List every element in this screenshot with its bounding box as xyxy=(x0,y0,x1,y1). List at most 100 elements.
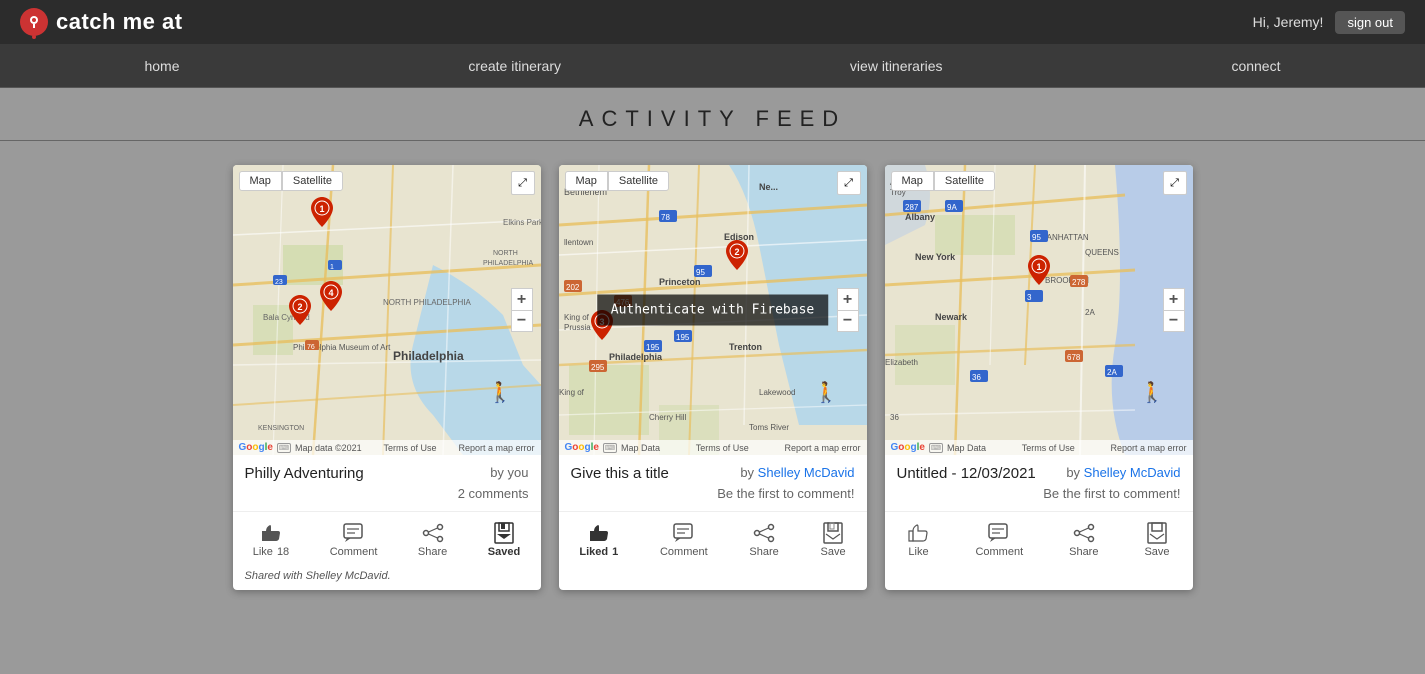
map-type-controls-3: Map Satellite xyxy=(891,171,996,191)
svg-text:King of: King of xyxy=(559,388,585,397)
comment-button-3[interactable]: Comment xyxy=(967,520,1031,560)
keyboard-icon-3: ⌨ xyxy=(929,443,943,453)
card-comments-2: Be the first to comment! xyxy=(571,486,855,501)
svg-text:Philadelphia: Philadelphia xyxy=(609,352,663,362)
card-give-title: Map Satellite ⤢ xyxy=(559,165,867,590)
svg-text:2A: 2A xyxy=(1107,368,1117,377)
map-type-controls-2: Map Satellite xyxy=(565,171,670,191)
greeting-text: Hi, Jeremy! xyxy=(1253,14,1324,30)
main-nav: home create itinerary view itineraries c… xyxy=(0,44,1425,88)
map-zoom-3: + − xyxy=(1163,288,1185,332)
like-button-3[interactable]: Like xyxy=(899,520,937,560)
card-actions-3: Like Comment xyxy=(885,511,1193,566)
map-expand-2[interactable]: ⤢ xyxy=(837,171,861,195)
pegman-3: 🚶 xyxy=(1140,380,1165,405)
card-title-1: Philly Adventuring xyxy=(245,465,364,482)
zoom-out-1[interactable]: − xyxy=(511,310,533,332)
map-btn-map-3[interactable]: Map xyxy=(891,171,934,191)
svg-text:New York: New York xyxy=(915,252,956,262)
share-button-2[interactable]: Share xyxy=(741,520,786,560)
zoom-in-3[interactable]: + xyxy=(1163,288,1185,310)
share-button-3[interactable]: Share xyxy=(1061,520,1106,560)
pin-1-card1: 1 xyxy=(311,197,333,232)
pin-3-card2: 3 xyxy=(591,310,613,345)
card-untitled: Map Satellite ⤢ xyxy=(885,165,1193,590)
report-link-2[interactable]: Report a map error xyxy=(784,443,860,453)
comment-icon-3 xyxy=(988,522,1010,544)
report-link-3[interactable]: Report a map error xyxy=(1110,443,1186,453)
svg-text:Trenton: Trenton xyxy=(729,342,762,352)
svg-text:2: 2 xyxy=(298,302,303,312)
svg-text:1: 1 xyxy=(1036,262,1041,272)
zoom-out-2[interactable]: − xyxy=(837,310,859,332)
save-icon-3 xyxy=(1146,522,1168,544)
card-author-1: by you xyxy=(490,465,528,480)
pin-1-card3: 1 xyxy=(1028,255,1050,290)
terms-link-3[interactable]: Terms of Use xyxy=(1022,443,1075,453)
report-link-1[interactable]: Report a map error xyxy=(458,443,534,453)
comment-button-2[interactable]: Comment xyxy=(652,520,716,560)
map-data-label-1: Map data ©2021 xyxy=(295,443,362,453)
like-button-1[interactable]: Like 18 xyxy=(245,520,297,560)
svg-text:195: 195 xyxy=(676,333,690,342)
svg-text:4: 4 xyxy=(329,288,334,298)
map-zoom-2: + − xyxy=(837,288,859,332)
card-author-2: by Shelley McDavid xyxy=(740,465,854,480)
card-comments-3: Be the first to comment! xyxy=(897,486,1181,501)
author-link-3[interactable]: Shelley McDavid xyxy=(1084,465,1181,480)
comment-button-1[interactable]: Comment xyxy=(322,520,386,560)
svg-text:202: 202 xyxy=(566,283,580,292)
map-btn-satellite-3[interactable]: Satellite xyxy=(934,171,995,191)
map-data-label-2: Map Data xyxy=(621,443,660,453)
svg-text:1: 1 xyxy=(330,264,334,271)
map-area-2[interactable]: Map Satellite ⤢ xyxy=(559,165,867,455)
like-button-2[interactable]: Liked 1 xyxy=(571,520,626,560)
svg-text:3: 3 xyxy=(1027,293,1032,302)
svg-text:287: 287 xyxy=(905,203,919,212)
share-icon-3 xyxy=(1073,522,1095,544)
map-footer-3: Google ⌨ Map Data Terms of Use Report a … xyxy=(885,440,1193,455)
svg-text:3: 3 xyxy=(599,317,604,327)
svg-text:Princeton: Princeton xyxy=(659,277,701,287)
like-icon-3 xyxy=(907,522,929,544)
zoom-out-3[interactable]: − xyxy=(1163,310,1185,332)
nav-connect[interactable]: connect xyxy=(1201,48,1310,84)
map-btn-satellite-1[interactable]: Satellite xyxy=(282,171,343,191)
save-button-2[interactable]: Save xyxy=(813,520,854,560)
header-right: Hi, Jeremy! sign out xyxy=(1253,11,1405,34)
author-link-2[interactable]: Shelley McDavid xyxy=(758,465,855,480)
map-area-1[interactable]: Map Satellite ⤢ xyxy=(233,165,541,455)
svg-text:Philadelphia: Philadelphia xyxy=(393,349,464,363)
svg-text:295: 295 xyxy=(591,363,605,372)
keyboard-icon-1: ⌨ xyxy=(277,443,291,453)
app-name: catch me at xyxy=(56,9,183,35)
pegman-1: 🚶 xyxy=(488,380,513,405)
nav-create-itinerary[interactable]: create itinerary xyxy=(438,48,591,84)
svg-text:Prussia: Prussia xyxy=(564,323,591,332)
share-button-1[interactable]: Share xyxy=(410,520,455,560)
svg-text:Newark: Newark xyxy=(935,312,968,322)
terms-link-1[interactable]: Terms of Use xyxy=(384,443,437,453)
zoom-in-2[interactable]: + xyxy=(837,288,859,310)
header: catch me at Hi, Jeremy! sign out xyxy=(0,0,1425,44)
map-expand-1[interactable]: ⤢ xyxy=(511,171,535,195)
nav-view-itineraries[interactable]: view itineraries xyxy=(820,48,973,84)
comment-icon-2 xyxy=(673,522,695,544)
terms-link-2[interactable]: Terms of Use xyxy=(696,443,749,453)
sign-out-button[interactable]: sign out xyxy=(1335,11,1405,34)
map-area-3[interactable]: Map Satellite ⤢ xyxy=(885,165,1193,455)
svg-text:Elizabeth: Elizabeth xyxy=(885,358,918,367)
save-button-1[interactable]: Saved xyxy=(480,520,528,560)
map-btn-map-1[interactable]: Map xyxy=(239,171,282,191)
map-btn-satellite-2[interactable]: Satellite xyxy=(608,171,669,191)
card-title-row-1: Philly Adventuring by you xyxy=(245,465,529,482)
map-expand-3[interactable]: ⤢ xyxy=(1163,171,1187,195)
like-icon-1 xyxy=(260,522,282,544)
nav-home[interactable]: home xyxy=(114,48,209,84)
svg-text:2A: 2A xyxy=(1085,308,1095,317)
svg-text:Albany: Albany xyxy=(905,212,935,222)
save-button-3[interactable]: Save xyxy=(1136,520,1177,560)
map-btn-map-2[interactable]: Map xyxy=(565,171,608,191)
zoom-in-1[interactable]: + xyxy=(511,288,533,310)
app-logo[interactable]: catch me at xyxy=(20,8,183,36)
